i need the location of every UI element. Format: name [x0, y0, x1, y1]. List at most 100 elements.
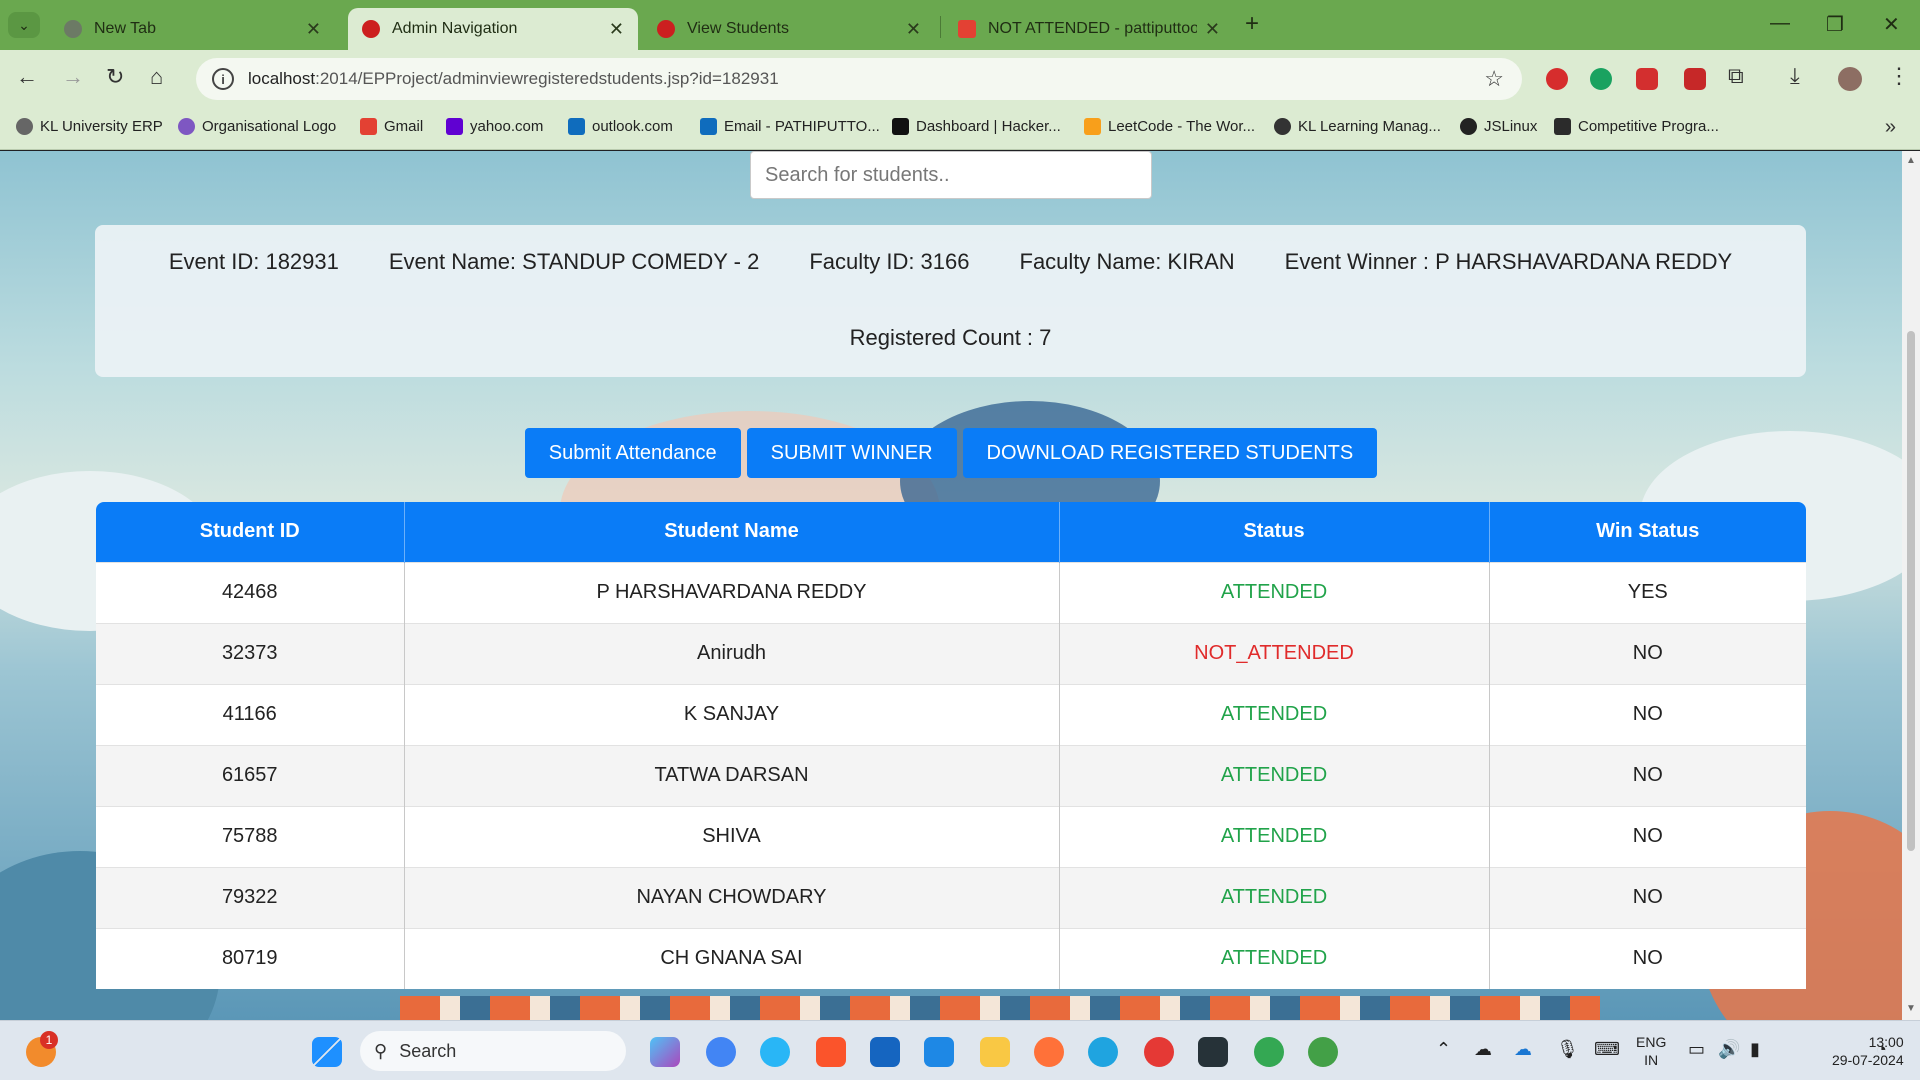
address-bar[interactable]: i localhost:2014/EPProject/adminviewregi…	[196, 58, 1522, 100]
taskbar-search-box[interactable]: ⚲ Search	[360, 1031, 626, 1071]
profile-avatar[interactable]	[1838, 67, 1862, 91]
system-clock[interactable]: 13:00 29-07-2024	[1832, 1033, 1904, 1069]
scrollbar-thumb[interactable]	[1907, 331, 1915, 851]
restore-icon[interactable]: ❐	[1826, 12, 1844, 37]
forward-arrow-icon[interactable]: →	[62, 64, 84, 90]
tab-search-menu-button[interactable]: ⌄	[8, 12, 40, 38]
brave-icon[interactable]	[816, 1037, 846, 1067]
page-scrollbar[interactable]: ▲ ▼	[1902, 151, 1920, 1020]
bookmark-star-icon[interactable]: ☆	[1484, 66, 1504, 92]
submit-attendance-button[interactable]: Submit Attendance	[524, 428, 741, 478]
reload-icon[interactable]: ↻	[106, 64, 124, 90]
tab-strip: ⌄ New Tab ✕ Admin Navigation ✕ View Stud…	[0, 0, 1920, 50]
microphone-icon[interactable]: 🎙	[1556, 1039, 1579, 1060]
site-info-icon[interactable]: i	[212, 68, 234, 90]
download-registered-students-button[interactable]: DOWNLOAD REGISTERED STUDENTS	[962, 428, 1378, 478]
gear-icon	[16, 118, 33, 135]
back-arrow-icon[interactable]: ←	[16, 64, 38, 90]
bookmark-item[interactable]: KL University ERP	[16, 118, 163, 135]
status-cell: ATTENDED	[1059, 805, 1490, 867]
bookmark-item[interactable]: Dashboard | Hacker...	[892, 118, 1061, 135]
student-name-cell: SHIVA	[404, 805, 1060, 867]
battery-icon[interactable]: ▮	[1750, 1039, 1760, 1060]
bookmark-item[interactable]: Organisational Logo	[178, 118, 336, 135]
close-icon[interactable]: ✕	[1205, 19, 1220, 40]
notification-bell-icon[interactable]: ◔	[1876, 1039, 1887, 1060]
download-icon[interactable]: ⤓	[1790, 63, 1800, 89]
copilot-icon[interactable]	[650, 1037, 680, 1067]
close-window-icon[interactable]: ✕	[1883, 12, 1900, 37]
table-header-row: Student ID Student Name Status Win Statu…	[96, 502, 1806, 562]
status-cell: ATTENDED	[1059, 683, 1490, 745]
bookmark-item[interactable]: Email - PATHIPUTTO...	[700, 118, 880, 135]
student-search-input[interactable]	[750, 151, 1152, 199]
file-explorer-icon[interactable]	[980, 1037, 1010, 1067]
tab-view-students[interactable]: View Students ✕	[643, 8, 935, 50]
tab-separator	[940, 16, 941, 38]
network-icon[interactable]: ▭	[1688, 1039, 1705, 1060]
table-row: 75788 SHIVA ATTENDED NO	[96, 805, 1806, 867]
close-icon[interactable]: ✕	[906, 19, 921, 40]
win-status-cell: NO	[1489, 622, 1806, 684]
tab-admin-navigation[interactable]: Admin Navigation ✕	[348, 8, 638, 50]
scroll-down-arrow-icon[interactable]: ▼	[1906, 1003, 1916, 1014]
bookmark-item[interactable]: JSLinux	[1460, 118, 1537, 135]
chrome-icon	[64, 20, 82, 38]
chevron-up-icon[interactable]: ⌃	[1436, 1039, 1451, 1060]
windows-start-icon[interactable]	[312, 1037, 342, 1067]
pdf-extension-icon[interactable]	[1636, 68, 1658, 90]
student-name-cell: TATWA DARSAN	[404, 744, 1060, 806]
cloud-icon[interactable]: ☁	[1474, 1039, 1492, 1060]
home-icon[interactable]: ⌂	[150, 64, 163, 90]
student-name-cell: Anirudh	[404, 622, 1060, 684]
close-icon[interactable]: ✕	[609, 19, 624, 40]
win-status-cell: NO	[1489, 744, 1806, 806]
chrome-profile-icon[interactable]	[1254, 1037, 1284, 1067]
submit-winner-button[interactable]: SUBMIT WINNER	[746, 428, 957, 478]
student-id-cell: 80719	[96, 927, 405, 989]
bookmark-item[interactable]: outlook.com	[568, 118, 673, 135]
bookmark-item[interactable]: yahoo.com	[446, 118, 543, 135]
student-id-cell: 32373	[96, 622, 405, 684]
tab-gmail[interactable]: NOT ATTENDED - pattiputtoor2 ✕	[944, 8, 1234, 50]
off-extension-icon[interactable]	[1684, 68, 1706, 90]
language-indicator[interactable]: ENG IN	[1636, 1033, 1666, 1069]
vscode-icon[interactable]	[924, 1037, 954, 1067]
grammarly-icon[interactable]	[1590, 68, 1612, 90]
keyboard-icon[interactable]: ⌨	[1594, 1039, 1620, 1060]
firefox-icon[interactable]	[1034, 1037, 1064, 1067]
onedrive-icon[interactable]: ☁	[1514, 1039, 1532, 1060]
ubuntu-icon[interactable]	[1144, 1037, 1174, 1067]
table-row: 41166 K SANJAY ATTENDED NO	[96, 683, 1806, 745]
jslinux-icon	[1460, 118, 1477, 135]
chevron-double-right-icon[interactable]: »	[1885, 116, 1896, 139]
student-name-cell: K SANJAY	[404, 683, 1060, 745]
bookmark-item[interactable]: Gmail	[360, 118, 423, 135]
chrome-dev-icon[interactable]	[760, 1037, 790, 1067]
close-icon[interactable]: ✕	[306, 19, 321, 40]
notification-badge: 1	[40, 1031, 58, 1049]
edge-icon[interactable]	[1088, 1037, 1118, 1067]
bookmark-item[interactable]: KL Learning Manag...	[1274, 118, 1441, 135]
volume-icon[interactable]: 🔊	[1718, 1039, 1740, 1060]
chrome-icon[interactable]	[706, 1037, 736, 1067]
table-row: 61657 TATWA DARSAN ATTENDED NO	[96, 744, 1806, 806]
minimize-icon[interactable]: —	[1770, 12, 1790, 35]
more-menu-icon[interactable]: ⋮	[1888, 63, 1910, 89]
microsoft-store-icon[interactable]	[870, 1037, 900, 1067]
new-tab-plus-icon[interactable]: +	[1245, 10, 1259, 38]
logo-icon	[178, 118, 195, 135]
student-name-cell: CH GNANA SAI	[404, 927, 1060, 989]
status-cell: ATTENDED	[1059, 866, 1490, 928]
extension-m-icon[interactable]	[1546, 68, 1568, 90]
win-status-cell: YES	[1489, 561, 1806, 623]
status-cell: ATTENDED	[1059, 744, 1490, 806]
scroll-up-arrow-icon[interactable]: ▲	[1906, 155, 1916, 166]
terminal-icon[interactable]	[1198, 1037, 1228, 1067]
search-icon: ⚲	[374, 1040, 388, 1061]
extensions-puzzle-icon[interactable]: ⧉	[1728, 63, 1744, 89]
chrome-profile-icon[interactable]	[1308, 1037, 1338, 1067]
tab-new-tab[interactable]: New Tab ✕	[50, 8, 335, 50]
bookmark-item[interactable]: Competitive Progra...	[1554, 118, 1719, 135]
bookmark-item[interactable]: LeetCode - The Wor...	[1084, 118, 1255, 135]
